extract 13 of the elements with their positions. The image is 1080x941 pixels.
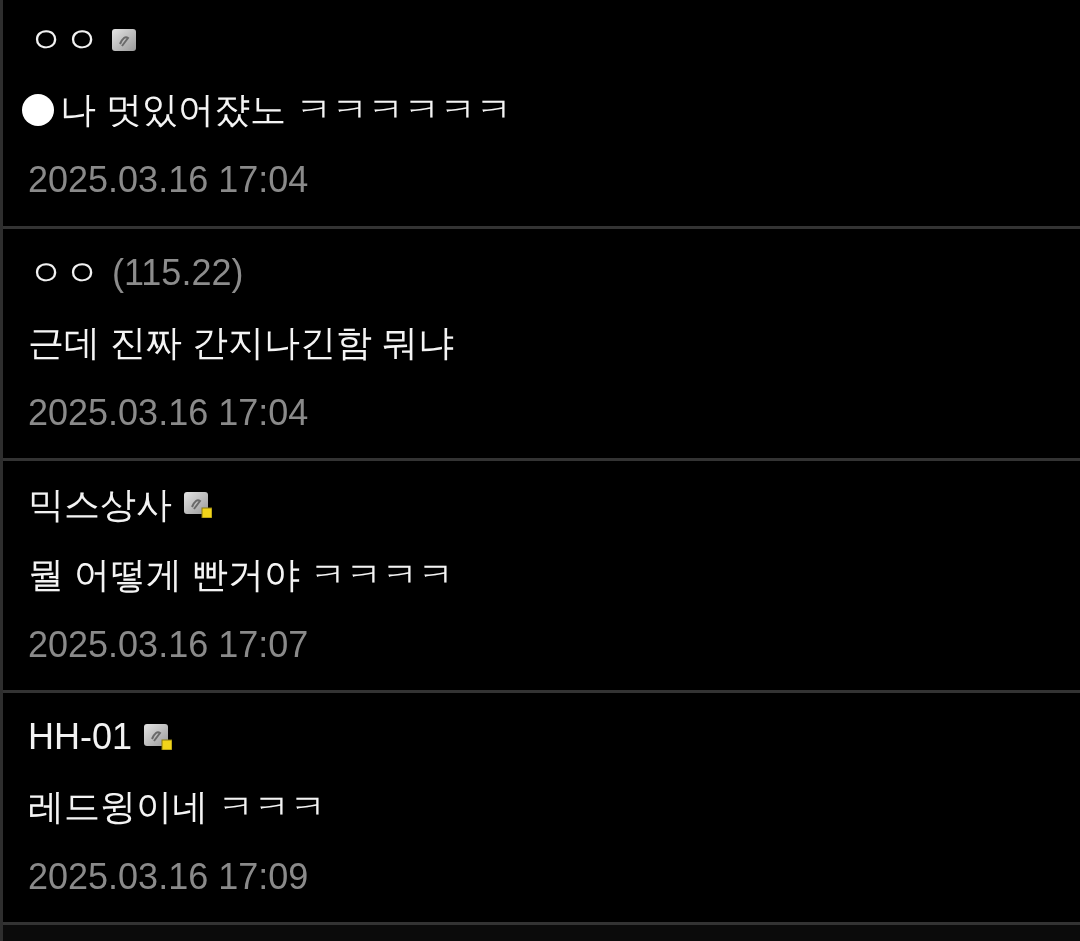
author-name: 믹스상사 bbox=[28, 483, 172, 527]
comment-time: 2025.03.16 17:04 bbox=[28, 158, 309, 202]
author-name: HH-01 bbox=[28, 715, 133, 759]
comment-text: 뭘 어떻게 빤거야 ㅋㅋㅋㅋ bbox=[28, 553, 454, 597]
comment-text: 나 멋있어쟜노 ㅋㅋㅋㅋㅋㅋ bbox=[60, 88, 512, 132]
author-name: ㅇㅇ bbox=[28, 18, 100, 62]
author-name: ㅇㅇ bbox=[28, 251, 100, 295]
comment-text: 레드윙이네 ㅋㅋㅋ bbox=[28, 785, 326, 829]
comment-time: 2025.03.16 17:04 bbox=[28, 391, 309, 435]
ip-address: (115.22) bbox=[112, 251, 244, 295]
comment-text: 근데 진짜 간지나긴함 뭐냐 bbox=[28, 321, 454, 365]
comment-time: 2025.03.16 17:07 bbox=[28, 623, 309, 667]
comment-time: 2025.03.16 17:09 bbox=[28, 855, 309, 899]
